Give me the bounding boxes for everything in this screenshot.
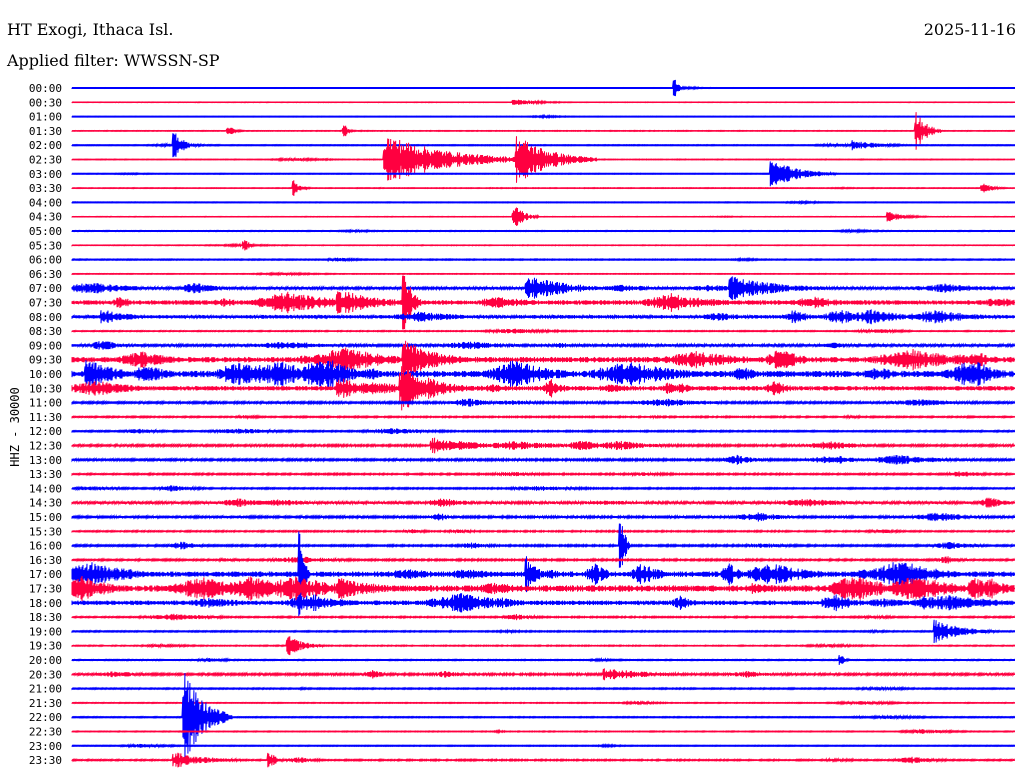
row-time-label: 06:00 [29,254,62,267]
row-time-label: 08:30 [29,325,62,338]
row-time-label: 23:30 [29,754,62,767]
row-time-label: 14:30 [29,497,62,510]
row-time-label: 21:00 [29,683,62,696]
row-time-label: 19:00 [29,625,62,638]
row-time-label: 12:00 [29,425,62,438]
row-time-label: 07:30 [29,297,62,310]
row-time-label: 01:30 [29,125,62,138]
row-time-label: 06:30 [29,268,62,281]
row-time-label: 20:00 [29,654,62,667]
row-time-label: 13:30 [29,468,62,481]
row-time-label: 20:30 [29,668,62,681]
row-time-label: 09:00 [29,339,62,352]
row-time-label: 09:30 [29,354,62,367]
row-time-label: 02:30 [29,154,62,167]
row-time-label: 04:30 [29,211,62,224]
row-time-label: 22:00 [29,711,62,724]
row-time-label: 10:30 [29,382,62,395]
row-time-label: 17:00 [29,568,62,581]
row-time-label: 00:30 [29,96,62,109]
row-time-label: 03:30 [29,182,62,195]
row-time-label: 19:30 [29,640,62,653]
row-time-label: 11:30 [29,411,62,424]
row-time-label: 03:00 [29,168,62,181]
row-time-label: 16:00 [29,540,62,553]
row-time-label: 23:00 [29,740,62,753]
row-time-label: 13:00 [29,454,62,467]
row-time-label: 17:30 [29,583,62,596]
row-time-label: 05:00 [29,225,62,238]
row-time-label: 16:30 [29,554,62,567]
row-time-label: 10:00 [29,368,62,381]
row-time-label: 15:30 [29,525,62,538]
row-time-label: 07:00 [29,282,62,295]
row-time-label: 22:30 [29,726,62,739]
helicorder-plot: 00:0000:30 01:0001:3002:00 02:3003:0003:30… [29,79,1015,768]
row-time-label: 11:00 [29,397,62,410]
row-time-label: 12:30 [29,440,62,453]
row-time-label: 00:00 [29,82,62,95]
row-time-label: 05:30 [29,239,62,252]
row-time-label: 18:00 [29,597,62,610]
row-time-label: 18:30 [29,611,62,624]
row-time-label: 04:00 [29,196,62,209]
row-time-label: 15:00 [29,511,62,524]
row-time-label: 01:00 [29,111,62,124]
row-time-label: 21:30 [29,697,62,710]
row-time-label: 02:00 [29,139,62,152]
row-time-label: 14:00 [29,482,62,495]
row-time-label: 08:00 [29,311,62,324]
